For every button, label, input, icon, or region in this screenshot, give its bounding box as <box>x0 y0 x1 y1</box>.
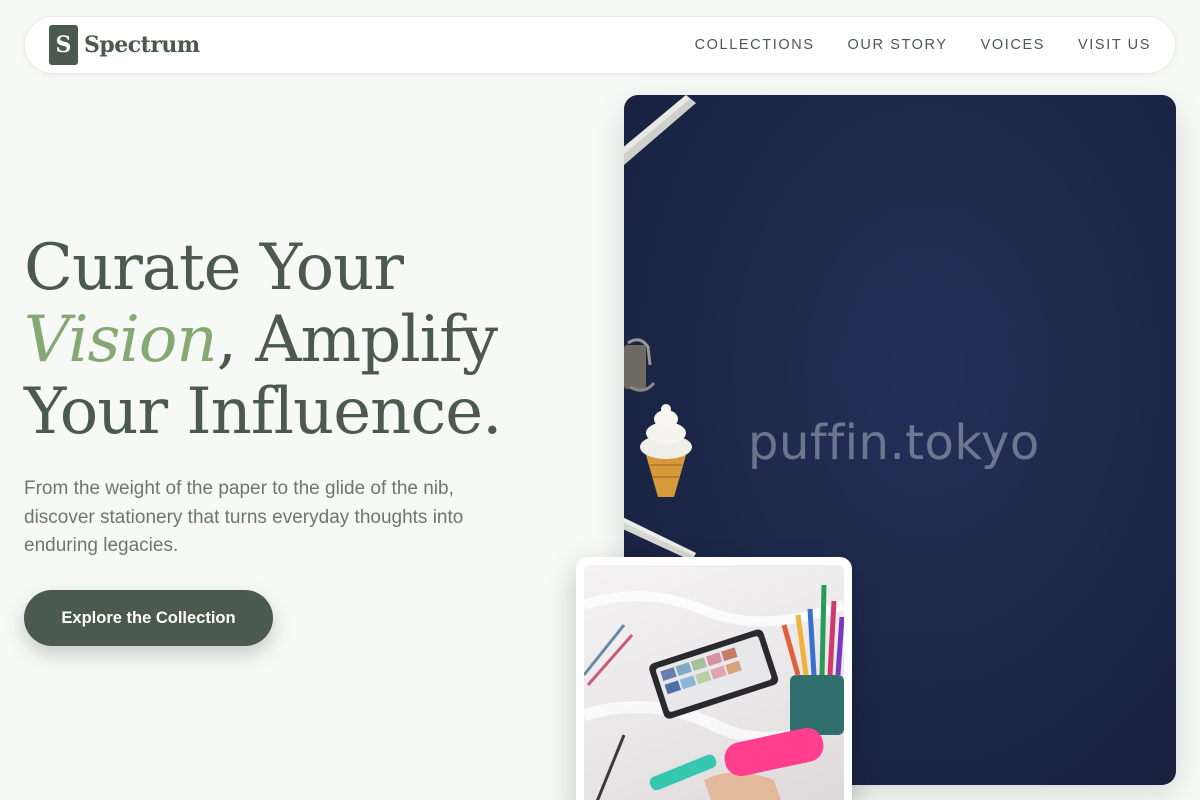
image-watermark: puffin.tokyo <box>748 415 1040 471</box>
explore-collection-button[interactable]: Explore the Collection <box>24 590 273 646</box>
hero-title: Curate Your Vision, Amplify Your Influen… <box>24 232 584 448</box>
ice-cream-eraser-icon <box>640 404 692 497</box>
marker-cup-icon <box>781 584 844 735</box>
brand-logo[interactable]: S Spectrum <box>49 25 200 65</box>
nav-link-visit-us[interactable]: VISIT US <box>1078 37 1151 53</box>
secondary-image <box>584 565 844 800</box>
secondary-image-card <box>576 557 852 800</box>
brand-name: Spectrum <box>84 32 200 58</box>
nav-link-voices[interactable]: VOICES <box>981 37 1045 53</box>
watercolor-palette-icon <box>649 629 779 719</box>
hero-title-line3: Your Influence. <box>24 375 502 449</box>
binder-clip-icon <box>624 338 656 392</box>
hero-subtitle: From the weight of the paper to the glid… <box>24 478 464 556</box>
nav-link-our-story[interactable]: OUR STORY <box>848 37 948 53</box>
watercolor-markers-icon <box>584 584 844 800</box>
nav-link-collections[interactable]: COLLECTIONS <box>695 37 815 53</box>
pencil-bottom-icon <box>624 517 696 561</box>
hero-title-accent: Vision <box>24 303 218 377</box>
pencil-top-icon <box>624 95 696 165</box>
nav-links: COLLECTIONS OUR STORY VOICES VISIT US <box>695 37 1151 53</box>
hero-title-line1: Curate Your <box>24 231 404 305</box>
hero-title-line2: , Amplify <box>216 303 498 377</box>
top-nav: S Spectrum COLLECTIONS OUR STORY VOICES … <box>24 16 1176 74</box>
brand-mark-icon: S <box>49 25 78 65</box>
